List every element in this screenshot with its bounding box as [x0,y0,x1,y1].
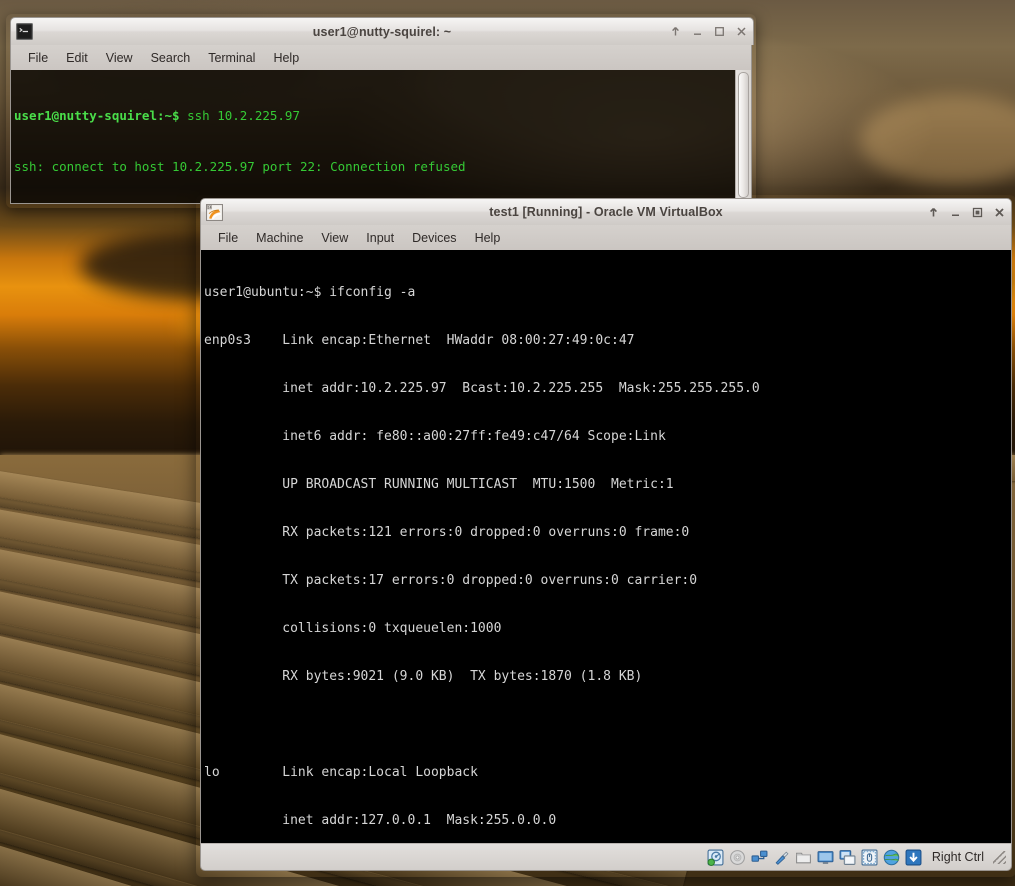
terminal-line: user1@nutty-squirel:~$ ssh 10.2.225.97 [14,107,733,124]
terminal-icon [16,23,33,40]
vbox-window-buttons[interactable] [927,199,1006,225]
display-icon[interactable] [817,849,834,866]
menu-edit[interactable]: Edit [57,48,97,68]
vm-line: RX packets:121 errors:0 dropped:0 overru… [204,525,690,540]
vbox-status-bar[interactable]: Right Ctrl [200,843,1012,871]
svg-text:14: 14 [207,205,211,209]
close-button[interactable] [993,206,1006,219]
menu-help[interactable]: Help [264,48,308,68]
globe-icon[interactable] [883,849,900,866]
host-key-icon[interactable] [905,849,922,866]
terminal-window[interactable]: user1@nutty-squirel: ~ File Edit View Se… [10,17,754,204]
mouse-integration-icon[interactable] [861,849,878,866]
vm-line: user1@ubuntu:~$ ifconfig -a [204,285,416,300]
vm-line: UP BROADCAST RUNNING MULTICAST MTU:1500 … [204,477,674,492]
terminal-line: ssh: connect to host 10.2.225.97 port 22… [14,158,733,175]
terminal-body[interactable]: user1@nutty-squirel:~$ ssh 10.2.225.97 s… [10,70,752,204]
menu-input[interactable]: Input [357,228,403,248]
menu-search[interactable]: Search [142,48,200,68]
minimize-button[interactable] [949,206,962,219]
usb-icon[interactable] [773,849,790,866]
vm-line: inet addr:10.2.225.97 Bcast:10.2.225.255… [204,381,760,396]
resize-grip[interactable] [993,850,1006,864]
minimize-button[interactable] [691,25,704,38]
menu-view[interactable]: View [97,48,142,68]
vm-line-blank [204,717,1011,733]
optical-disk-icon[interactable] [729,849,746,866]
terminal-command: ssh 10.2.225.97 [179,108,300,123]
menu-file[interactable]: File [19,48,57,68]
terminal-title: user1@nutty-squirel: ~ [312,24,452,39]
vm-line: inet addr:127.0.0.1 Mask:255.0.0.0 [204,813,557,828]
vbox-menubar[interactable]: File Machine View Input Devices Help [200,225,1012,250]
host-key-label: Right Ctrl [931,850,984,864]
vm-line: RX bytes:9021 (9.0 KB) TX bytes:1870 (1.… [204,669,643,684]
hard-disk-icon[interactable] [707,849,724,866]
vm-console-screen[interactable]: user1@ubuntu:~$ ifconfig -a enp0s3 Link … [200,250,1012,843]
vbox-title: test1 [Running] - Oracle VM VirtualBox [489,205,723,219]
maximize-button[interactable] [713,25,726,38]
shade-button[interactable] [927,206,940,219]
terminal-scrollbar[interactable] [735,70,751,203]
video-capture-icon[interactable] [839,849,856,866]
vm-console-output: user1@ubuntu:~$ ifconfig -a enp0s3 Link … [204,253,1011,843]
menu-machine[interactable]: Machine [247,228,312,248]
maximize-button[interactable] [971,206,984,219]
vm-line: inet6 addr: fe80::a00:27ff:fe49:c47/64 S… [204,429,666,444]
vbox-titlebar[interactable]: 14 test1 [Running] - Oracle VM VirtualBo… [200,198,1012,225]
terminal-menubar[interactable]: File Edit View Search Terminal Help [10,45,752,70]
virtualbox-icon: 14 [206,203,223,221]
network-icon[interactable] [751,849,768,866]
terminal-scrollbar-thumb[interactable] [738,72,749,198]
terminal-prompt: user1@nutty-squirel:~$ [14,108,180,123]
vm-line: collisions:0 txqueuelen:1000 [204,621,502,636]
terminal-output[interactable]: user1@nutty-squirel:~$ ssh 10.2.225.97 s… [11,70,735,203]
menu-help[interactable]: Help [466,228,510,248]
terminal-output-text: ssh: connect to host 10.2.225.97 port 22… [14,159,466,174]
terminal-titlebar[interactable]: user1@nutty-squirel: ~ [10,17,754,45]
shade-button[interactable] [669,25,682,38]
menu-terminal[interactable]: Terminal [199,48,264,68]
menu-file[interactable]: File [209,228,247,248]
close-button[interactable] [735,25,748,38]
vm-line: TX packets:17 errors:0 dropped:0 overrun… [204,573,698,588]
terminal-window-buttons[interactable] [669,18,748,45]
menu-devices[interactable]: Devices [403,228,465,248]
virtualbox-window[interactable]: 14 test1 [Running] - Oracle VM VirtualBo… [200,198,1012,872]
shared-folders-icon[interactable] [795,849,812,866]
vm-line: lo Link encap:Local Loopback [204,765,478,780]
vm-line: enp0s3 Link encap:Ethernet HWaddr 08:00:… [204,333,635,348]
menu-view[interactable]: View [312,228,357,248]
